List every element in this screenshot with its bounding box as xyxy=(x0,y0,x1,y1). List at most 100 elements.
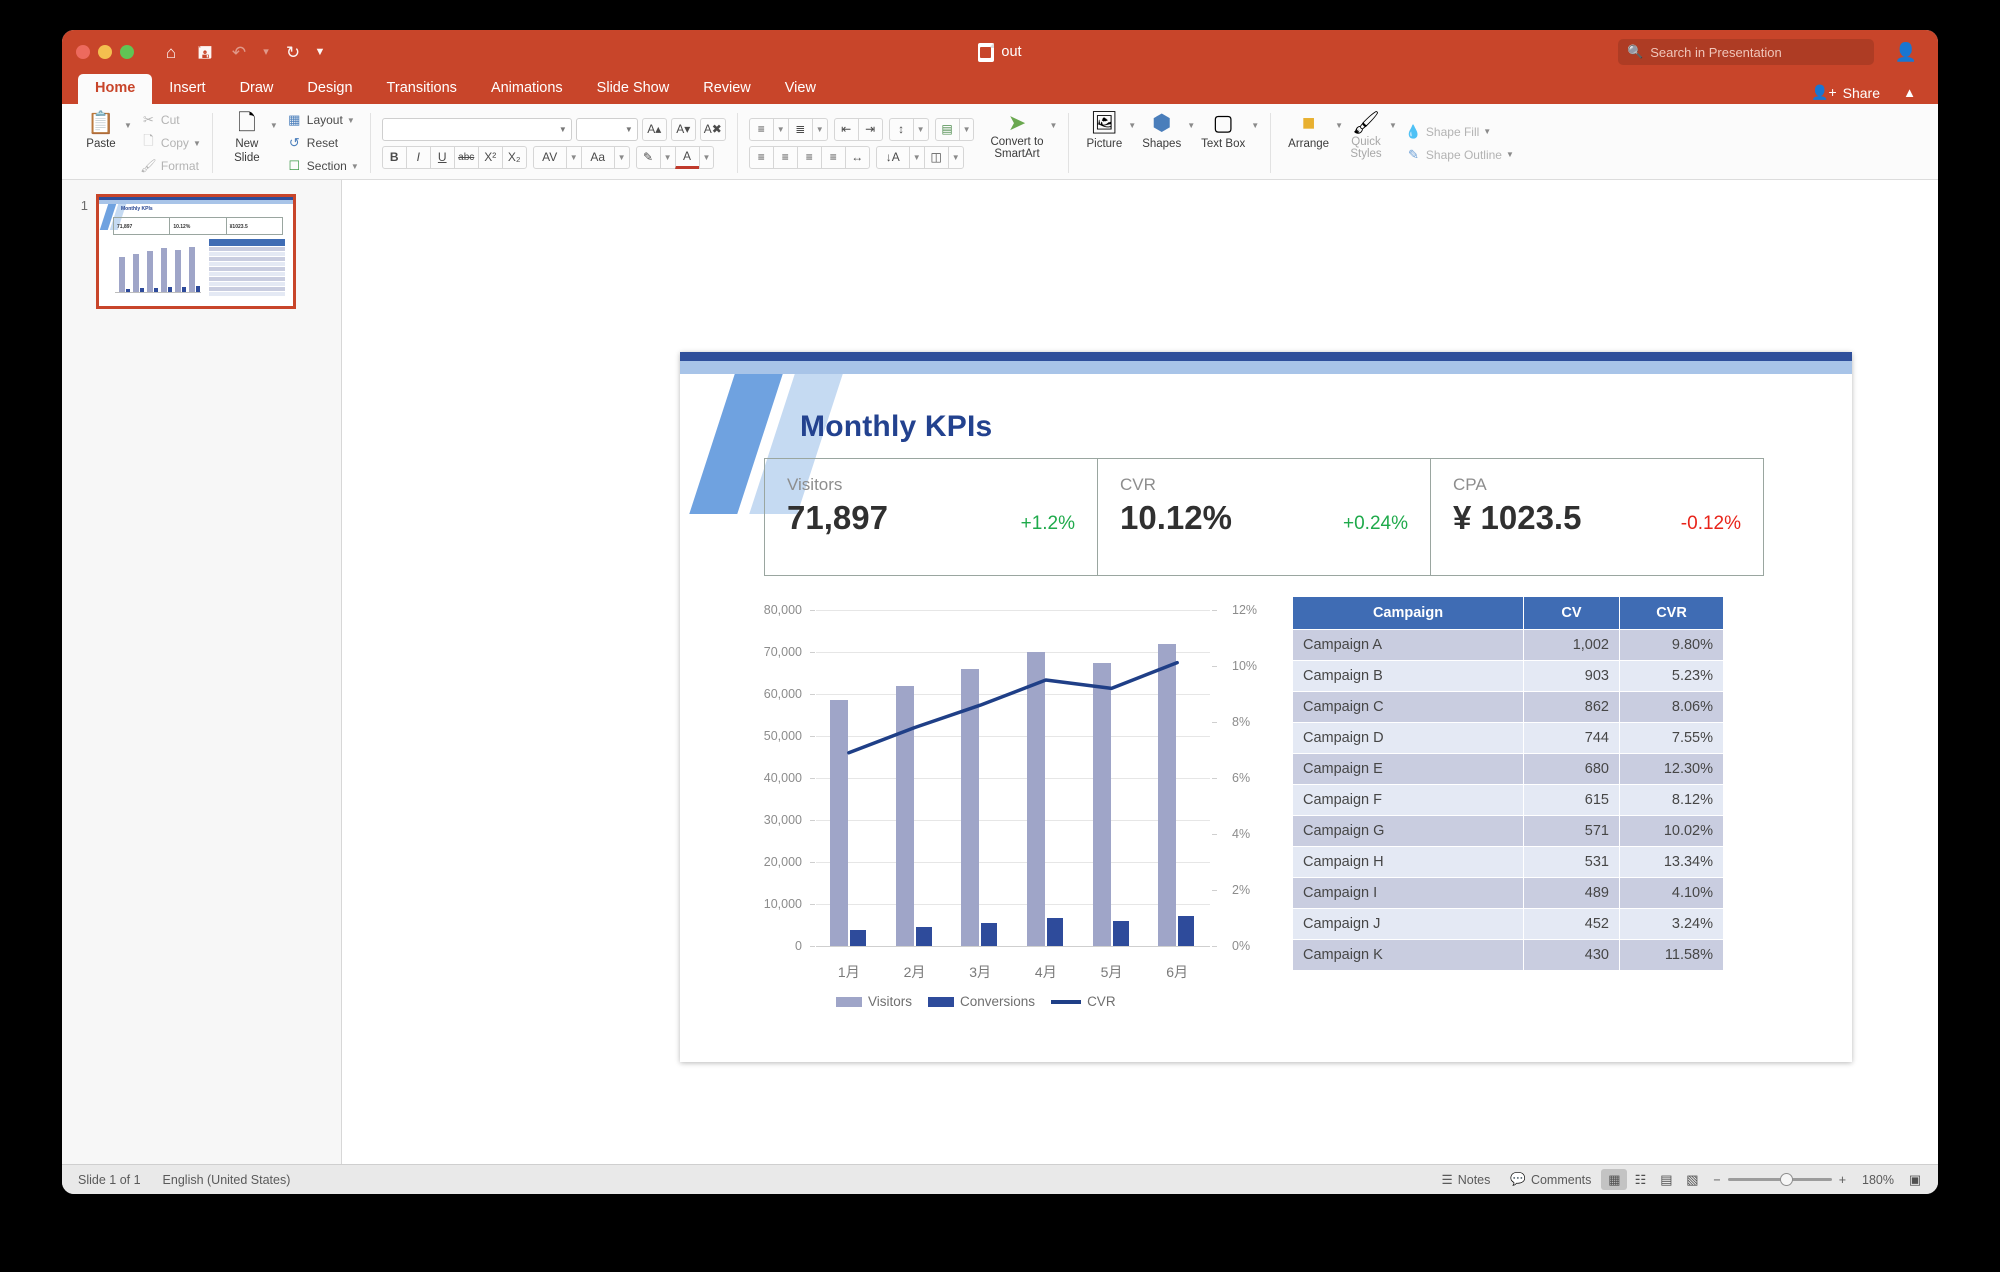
paste-dropdown-icon[interactable]: ▼ xyxy=(124,107,132,130)
section-button[interactable]: ☐ Section ▼ xyxy=(286,156,359,177)
font-size-dropdown-icon[interactable]: ▼ xyxy=(619,125,633,134)
text-highlight-button[interactable]: ✎ xyxy=(635,145,661,169)
zoom-track[interactable] xyxy=(1727,1173,1832,1186)
fit-slide-button[interactable]: ▣ xyxy=(1902,1169,1928,1190)
increase-font-size-button[interactable]: A▴ xyxy=(641,117,667,141)
search-box[interactable]: 🔍 xyxy=(1618,39,1874,65)
presenter-view-button[interactable]: ▧ xyxy=(1679,1169,1705,1190)
smartart-dropdown-icon[interactable]: ▼ xyxy=(1050,107,1058,130)
slide-content[interactable]: Monthly KPIs Visitors 71,897 +1.2% CVR 1… xyxy=(680,352,1852,1062)
align-center-button[interactable]: ≡ xyxy=(772,145,798,169)
subscript-button[interactable]: X₂ xyxy=(501,145,527,169)
line-spacing-button[interactable]: ↕ xyxy=(888,117,914,141)
text-direction-button[interactable]: ↓A xyxy=(875,145,910,169)
tab-slide-show[interactable]: Slide Show xyxy=(580,74,687,104)
numbering-dropdown-icon[interactable]: ▼ xyxy=(811,117,828,141)
minimize-window-button[interactable] xyxy=(98,45,112,59)
section-dropdown-icon[interactable]: ▼ xyxy=(351,162,359,171)
italic-button[interactable]: I xyxy=(405,145,431,169)
justify-button[interactable]: ≡ xyxy=(820,145,846,169)
font-color-button[interactable]: A xyxy=(674,145,700,169)
new-slide-button[interactable]: 🗋 New Slide xyxy=(224,107,270,164)
decrease-font-size-button[interactable]: A▾ xyxy=(670,117,696,141)
tab-draw[interactable]: Draw xyxy=(223,74,291,104)
underline-button[interactable]: U xyxy=(429,145,455,169)
shapes-button[interactable]: ⬢ Shapes xyxy=(1136,107,1187,150)
tab-home[interactable]: Home xyxy=(78,74,153,104)
tab-view[interactable]: View xyxy=(768,74,833,104)
layout-button[interactable]: ▦ Layout ▼ xyxy=(286,110,359,131)
notes-button[interactable]: ☰ Notes xyxy=(1432,1172,1501,1188)
text-box-dropdown-icon[interactable]: ▼ xyxy=(1251,107,1259,130)
slide-sorter-view-button[interactable]: ☷ xyxy=(1627,1169,1653,1190)
home-icon[interactable]: ⌂ xyxy=(156,38,186,66)
increase-indent-button[interactable]: ⇥ xyxy=(857,117,883,141)
text-highlight-dropdown-icon[interactable]: ▼ xyxy=(659,145,676,169)
zoom-slider[interactable]: − + xyxy=(1705,1173,1854,1187)
tab-design[interactable]: Design xyxy=(290,74,369,104)
reset-button[interactable]: ↺ Reset xyxy=(286,133,359,154)
slide-thumbnail-1[interactable]: Monthly KPIs 71,897 10.12% ¥1023.5 xyxy=(96,194,296,309)
layout-dropdown-icon[interactable]: ▼ xyxy=(347,116,355,125)
shapes-dropdown-icon[interactable]: ▼ xyxy=(1187,107,1195,130)
zoom-out-button[interactable]: − xyxy=(1713,1173,1720,1187)
shape-fill-dropdown-icon[interactable]: ▼ xyxy=(1483,127,1491,136)
line-spacing-dropdown-icon[interactable]: ▼ xyxy=(912,117,929,141)
cut-button[interactable]: ✂ Cut xyxy=(140,110,201,131)
reading-view-button[interactable]: ▤ xyxy=(1653,1169,1679,1190)
columns-button[interactable]: ▤ xyxy=(934,117,960,141)
picture-button[interactable]: 🖼 Picture xyxy=(1080,107,1128,150)
maximize-window-button[interactable] xyxy=(120,45,134,59)
undo-icon[interactable]: ↶ xyxy=(224,38,254,66)
new-slide-dropdown-icon[interactable]: ▼ xyxy=(270,107,278,130)
shape-outline-button[interactable]: ✎ Shape Outline ▼ xyxy=(1405,144,1514,165)
save-icon[interactable]: 🖪 xyxy=(190,38,220,66)
bold-button[interactable]: B xyxy=(381,145,407,169)
font-name-box[interactable]: ▼ xyxy=(381,117,572,141)
copy-dropdown-icon[interactable]: ▼ xyxy=(193,139,201,148)
redo-icon[interactable]: ↻ xyxy=(278,38,308,66)
character-spacing-dropdown-icon[interactable]: ▼ xyxy=(565,145,582,169)
zoom-in-button[interactable]: + xyxy=(1839,1173,1846,1187)
font-name-dropdown-icon[interactable]: ▼ xyxy=(553,125,567,134)
comments-button[interactable]: 💬 Comments xyxy=(1500,1172,1601,1187)
numbering-button[interactable]: ≣ xyxy=(787,117,813,141)
shape-fill-button[interactable]: 💧 Shape Fill ▼ xyxy=(1405,121,1514,142)
font-size-box[interactable]: ▼ xyxy=(575,117,638,141)
text-direction-dropdown-icon[interactable]: ▼ xyxy=(908,145,925,169)
tab-insert[interactable]: Insert xyxy=(152,74,222,104)
arrange-dropdown-icon[interactable]: ▼ xyxy=(1335,107,1343,130)
tab-transitions[interactable]: Transitions xyxy=(370,74,474,104)
copy-button[interactable]: 🗋 Copy ▼ xyxy=(140,133,201,154)
share-button[interactable]: 👤+ Share xyxy=(1811,84,1880,101)
quick-styles-button[interactable]: 🖌 Quick Styles xyxy=(1343,107,1389,160)
clear-formatting-button[interactable]: A✖ xyxy=(699,117,726,141)
normal-view-button[interactable]: ▦ xyxy=(1601,1169,1628,1190)
slide-canvas[interactable]: Monthly KPIs Visitors 71,897 +1.2% CVR 1… xyxy=(342,180,1938,1164)
quick-styles-dropdown-icon[interactable]: ▼ xyxy=(1389,107,1397,130)
account-icon[interactable]: 👤 xyxy=(1890,38,1922,66)
shape-outline-dropdown-icon[interactable]: ▼ xyxy=(1506,150,1514,159)
picture-dropdown-icon[interactable]: ▼ xyxy=(1128,107,1136,130)
zoom-knob[interactable] xyxy=(1779,1173,1793,1186)
customize-toolbar-icon[interactable]: ▼ xyxy=(312,38,328,66)
arrange-button[interactable]: ■ Arrange xyxy=(1282,107,1335,150)
text-box-button[interactable]: ▢ Text Box xyxy=(1195,107,1251,150)
strikethrough-button[interactable]: abc xyxy=(453,145,479,169)
format-painter-button[interactable]: 🖌 Format xyxy=(140,156,201,177)
decrease-indent-button[interactable]: ⇤ xyxy=(833,117,859,141)
paste-button[interactable]: 📋 Paste xyxy=(78,107,124,150)
bullets-dropdown-icon[interactable]: ▼ xyxy=(772,117,789,141)
chevron-up-icon[interactable]: ▲ xyxy=(1903,85,1916,100)
tab-review[interactable]: Review xyxy=(686,74,768,104)
align-text-dropdown-icon[interactable]: ▼ xyxy=(947,145,964,169)
convert-to-smartart-button[interactable]: ➤ Convert to SmartArt xyxy=(984,107,1049,160)
distribute-button[interactable]: ↔ xyxy=(844,145,870,169)
character-spacing-button[interactable]: AV xyxy=(532,145,567,169)
columns-dropdown-icon[interactable]: ▼ xyxy=(958,117,975,141)
search-input[interactable] xyxy=(1650,44,1865,60)
align-left-button[interactable]: ≡ xyxy=(748,145,774,169)
align-right-button[interactable]: ≡ xyxy=(796,145,822,169)
close-window-button[interactable] xyxy=(76,45,90,59)
font-color-dropdown-icon[interactable]: ▼ xyxy=(698,145,715,169)
